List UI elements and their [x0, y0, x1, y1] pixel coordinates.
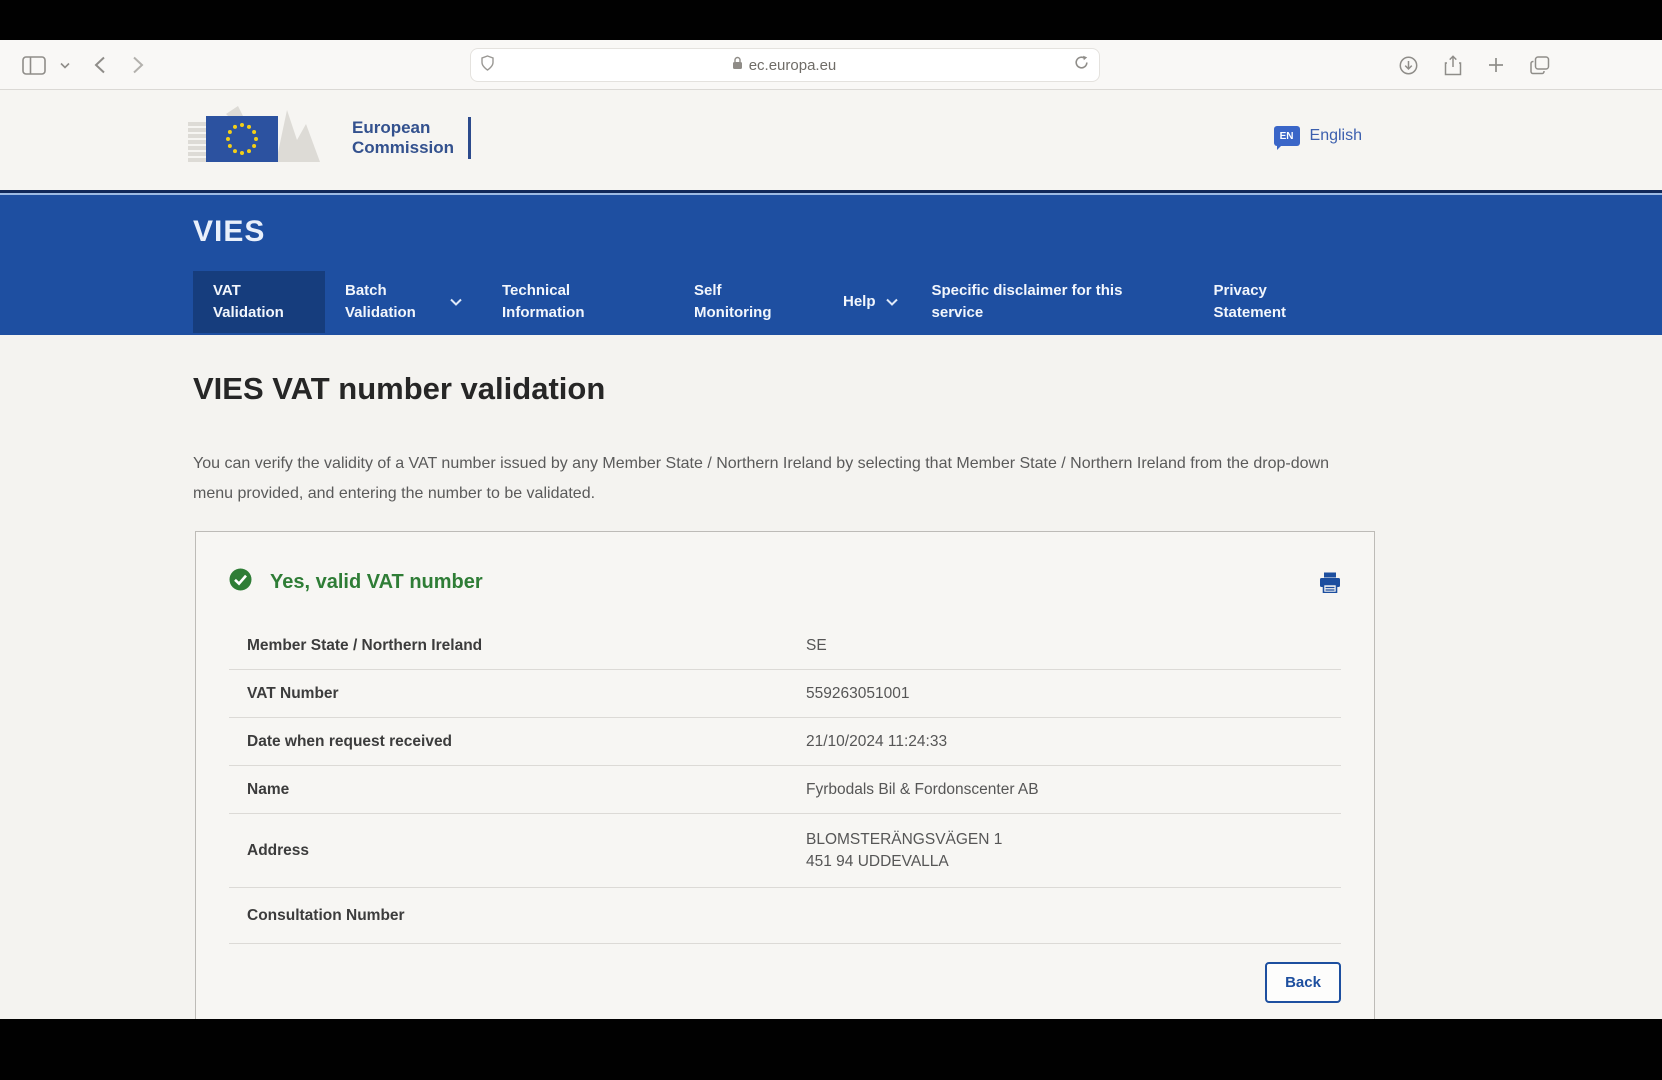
nav-item-vat-validation[interactable]: VAT Validation	[193, 271, 325, 333]
language-selector[interactable]: EN English	[1273, 126, 1362, 150]
privacy-shield-icon[interactable]	[481, 54, 494, 76]
address-line-1: BLOMSTERÄNGSVÄGEN 1	[806, 830, 1003, 848]
status-row: Yes, valid VAT number	[229, 568, 1341, 596]
language-label: English	[1309, 127, 1362, 144]
button-row: Back	[229, 962, 1341, 1003]
main-nav: VAT Validation Batch Validation Technica…	[193, 271, 1662, 333]
table-row: Name Fyrbodals Bil & Fordonscenter AB	[229, 766, 1341, 814]
logo-divider	[468, 116, 472, 159]
main-content: VIES VAT number validation You can verif…	[0, 371, 1662, 1019]
forward-icon[interactable]	[132, 56, 144, 74]
address-url: ec.europa.eu	[748, 56, 837, 74]
lock-icon	[732, 56, 743, 74]
language-badge: EN	[1273, 126, 1300, 150]
table-row: Address BLOMSTERÄNGSVÄGEN 1 451 94 UDDEV…	[229, 814, 1341, 888]
address-bar[interactable]: ec.europa.eu	[470, 48, 1100, 82]
ec-flag-icon	[188, 104, 338, 171]
reload-icon[interactable]	[1074, 55, 1089, 75]
validation-result-card: Yes, valid VAT number Member State / Nor…	[195, 531, 1375, 1019]
check-circle-icon	[229, 568, 252, 596]
european-commission-logo[interactable]: European Commission	[188, 104, 472, 171]
vies-nav-band: VIES VAT Validation Batch Validation Tec…	[0, 190, 1662, 335]
nav-item-technical-information[interactable]: Technical Information	[502, 271, 614, 333]
new-tab-icon[interactable]	[1488, 57, 1504, 73]
downloads-icon[interactable]	[1399, 56, 1418, 75]
tabs-icon[interactable]	[1530, 55, 1550, 75]
vies-brand[interactable]: VIES	[193, 215, 1662, 249]
back-button[interactable]: Back	[1265, 962, 1341, 1003]
chevron-down-icon[interactable]	[60, 62, 70, 69]
letterbox-top	[0, 0, 1662, 40]
chevron-down-icon	[450, 298, 462, 306]
ec-logo-line2: Commission	[352, 137, 455, 157]
browser-toolbar: ec.europa.eu	[0, 40, 1662, 90]
site-header: European Commission EN English	[0, 90, 1662, 190]
address-line-2: 451 94 UDDEVALLA	[806, 852, 949, 870]
table-row: Member State / Northern Ireland SE	[229, 622, 1341, 670]
print-icon[interactable]	[1319, 572, 1341, 593]
nav-item-help[interactable]: Help	[843, 271, 898, 333]
result-table: Member State / Northern Ireland SE VAT N…	[229, 622, 1341, 944]
table-row: Consultation Number	[229, 888, 1341, 944]
chevron-down-icon	[885, 298, 898, 306]
status-message: Yes, valid VAT number	[270, 570, 483, 593]
table-row: Date when request received 21/10/2024 11…	[229, 718, 1341, 766]
letterbox-bottom	[0, 1019, 1662, 1080]
browser-window: ec.europa.eu European Commission EN Engl…	[0, 40, 1662, 1019]
table-row: VAT Number 559263051001	[229, 670, 1341, 718]
share-icon[interactable]	[1444, 54, 1462, 76]
intro-text: You can verify the validity of a VAT num…	[193, 455, 1329, 502]
nav-item-specific-disclaimer[interactable]: Specific disclaimer for this service	[932, 271, 1169, 333]
back-icon[interactable]	[94, 56, 106, 74]
nav-item-self-monitoring[interactable]: Self Monitoring	[694, 271, 800, 333]
page-title: VIES VAT number validation	[193, 371, 606, 406]
nav-item-batch-validation[interactable]: Batch Validation	[345, 271, 462, 333]
nav-item-privacy-statement[interactable]: Privacy Statement	[1214, 271, 1320, 333]
sidebar-icon[interactable]	[22, 55, 46, 75]
screen: ec.europa.eu European Commission EN Engl…	[0, 0, 1662, 1080]
ec-logo-line1: European	[352, 117, 431, 137]
